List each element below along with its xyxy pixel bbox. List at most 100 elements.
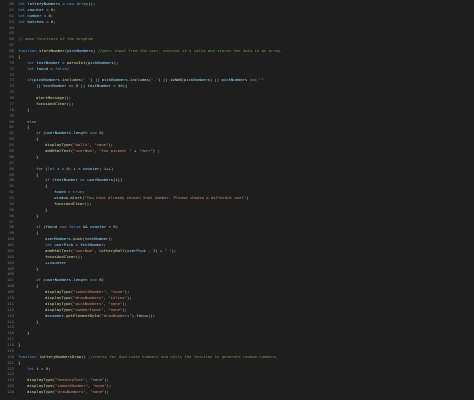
code-token: found xyxy=(45,224,58,230)
code-token: "pickNumbers" xyxy=(73,300,104,306)
code-token: isNaN xyxy=(169,77,182,83)
code-token: (); xyxy=(148,312,156,318)
code-token: document xyxy=(45,312,64,318)
code-token: ]) xyxy=(117,177,123,183)
code-token: "headingText" xyxy=(55,377,86,383)
code-token: = xyxy=(38,365,46,371)
code-token: ); xyxy=(106,383,112,389)
code-token: displayType xyxy=(27,389,53,395)
code-token: if xyxy=(36,130,44,136)
code-token: = xyxy=(43,18,51,24)
code-token: addHtmlText xyxy=(45,148,71,153)
code-token: (); xyxy=(88,1,96,6)
code-token: ); xyxy=(171,247,177,253)
code-token: "balls" xyxy=(73,142,90,148)
code-token: userNumbers xyxy=(45,130,72,136)
code-token: } xyxy=(27,330,30,336)
code-token: ); xyxy=(122,306,128,312)
code-token: "none" xyxy=(110,289,125,295)
code-token: + xyxy=(131,148,139,153)
code-token: (); xyxy=(75,253,83,259)
code-token: lotteryNumbersDraw xyxy=(39,353,82,359)
code-token: ){ xyxy=(122,83,128,89)
code-token: "none" xyxy=(94,142,109,148)
code-token: { xyxy=(36,136,39,142)
code-token: if xyxy=(36,277,44,283)
code-token: } xyxy=(18,342,21,348)
code-token: let xyxy=(27,365,37,371)
code-token: let xyxy=(45,242,55,248)
code-token: || xyxy=(36,83,44,89)
code-token: length xyxy=(73,130,88,136)
code-token: for xyxy=(36,165,46,171)
code-token: ; xyxy=(53,6,56,12)
code-token: > xyxy=(111,83,119,89)
code-token: ); xyxy=(124,289,130,295)
code-token: === xyxy=(57,224,69,230)
code-token: false xyxy=(55,65,67,71)
code-token: ; xyxy=(82,189,85,195)
code-token: = xyxy=(59,59,67,65)
code-token: true xyxy=(72,189,83,195)
code-token: pickNumbers xyxy=(34,77,60,83)
code-token: let xyxy=(18,6,28,12)
code-token: ) || xyxy=(209,77,222,83)
code-token: === xyxy=(87,277,100,283)
code-token: ); xyxy=(122,300,128,306)
code-token: ); xyxy=(104,377,110,383)
code-token: window xyxy=(54,195,69,201)
code-token: if xyxy=(36,224,44,230)
code-line[interactable]: 126 displayType("drawNumbers", "none"); xyxy=(0,389,474,395)
code-token: "userNum" xyxy=(73,148,95,153)
code-token: ); xyxy=(108,142,113,148)
code-token: displayType xyxy=(45,295,71,300)
code-token: found xyxy=(36,65,49,71)
code-token: parseInt xyxy=(66,59,86,65)
code-token: ; xyxy=(48,365,51,371)
code-token: <= xyxy=(66,83,76,89)
code-token: ; xyxy=(66,65,70,71)
code-token: else xyxy=(27,118,37,124)
code-token: ) xyxy=(246,195,249,201)
code-token: includes xyxy=(62,77,81,83)
code-token: ; xyxy=(53,18,56,24)
code-token: " " xyxy=(164,247,172,253)
code-token: "" xyxy=(259,77,264,83)
code-token: "none" xyxy=(92,383,107,389)
code-token: "none" xyxy=(90,377,105,383)
code-token: found xyxy=(54,189,66,195)
code-token: displayType xyxy=(27,383,53,389)
code-token: focusAndClear xyxy=(45,253,76,259)
code-token: } xyxy=(36,318,39,324)
code-editor[interactable]: 60 let lotteryNumbers = new Array(); 61 let… xyxy=(0,0,474,400)
code-token: { xyxy=(45,183,48,189)
code-token: "drawNumbers" xyxy=(101,312,132,318)
code-token: counter xyxy=(49,259,67,265)
code-token: ) xyxy=(115,224,119,230)
code-token: alertMessage xyxy=(36,95,65,101)
code-token: ); xyxy=(127,295,132,300)
code-token: testNumber xyxy=(36,59,60,65)
code-token: pickNumbers xyxy=(87,59,114,65)
code-token: lotteryNumbers xyxy=(27,1,61,6)
code-token: ) xyxy=(101,277,104,283)
code-token: userNumbers xyxy=(45,277,72,283)
code-token: ; xyxy=(50,12,54,18)
code-token: includes xyxy=(130,77,149,83)
code-token: ) ; xyxy=(152,148,160,153)
code-token: userPick xyxy=(54,242,74,248)
code-token: === xyxy=(247,77,260,83)
code-token: (); xyxy=(66,100,74,106)
code-token: function xyxy=(18,48,40,54)
code-token: function xyxy=(18,353,40,359)
code-token: { xyxy=(36,171,39,177)
code-token: Array xyxy=(76,1,89,6)
code-token: { xyxy=(27,124,30,130)
line-number: 126 xyxy=(6,389,14,395)
code-token: displayType xyxy=(45,289,71,295)
code-token: } xyxy=(36,153,39,159)
code-token: number xyxy=(27,12,42,18)
code-token: let xyxy=(27,59,37,65)
code-token: pickNumbers xyxy=(221,77,248,83)
code-token: pickNumbers xyxy=(67,48,93,54)
